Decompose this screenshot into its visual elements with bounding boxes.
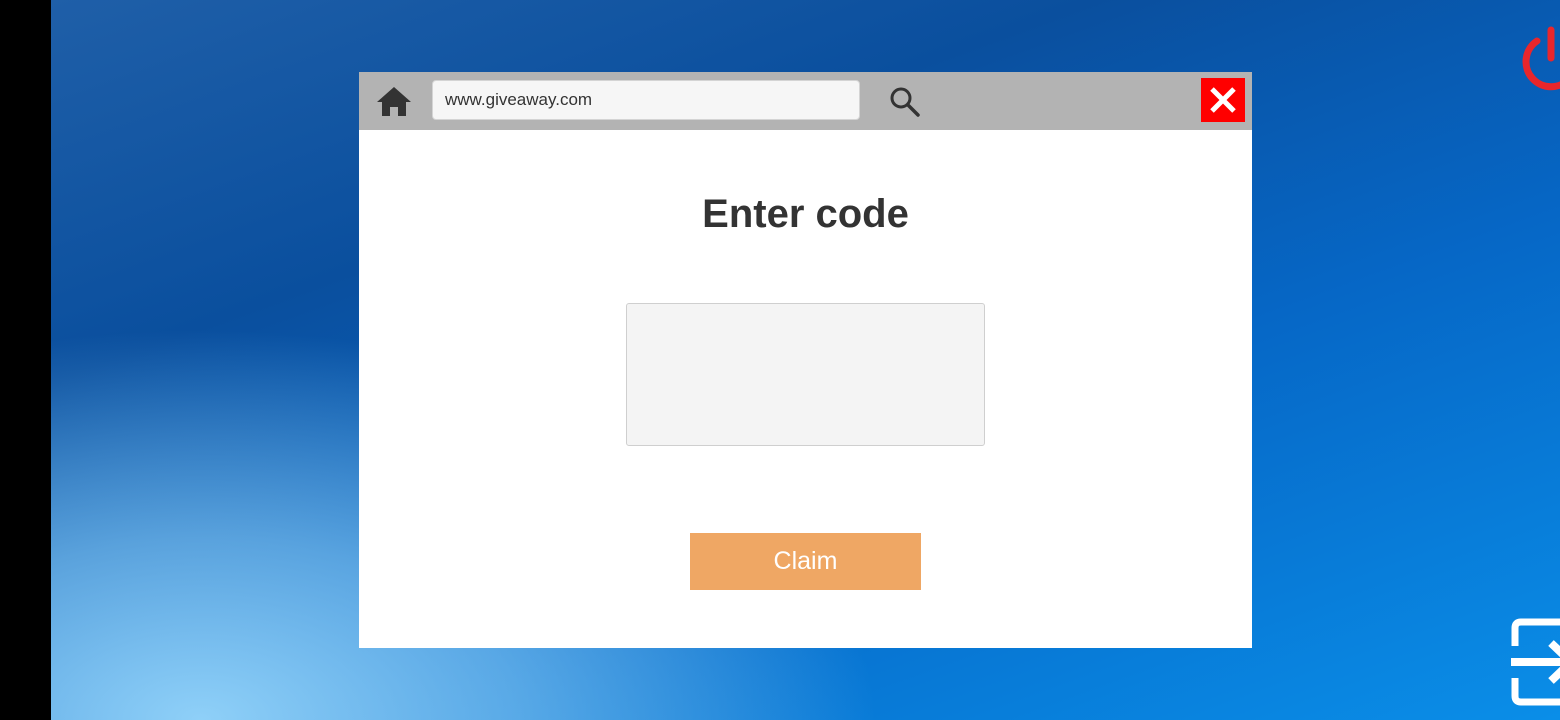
exit-icon xyxy=(1511,618,1560,706)
claim-button[interactable]: Claim xyxy=(690,533,921,590)
code-input[interactable] xyxy=(626,303,985,446)
browser-window: Enter code Claim xyxy=(359,72,1252,648)
power-icon xyxy=(1522,26,1560,91)
close-icon xyxy=(1210,87,1236,113)
power-button[interactable] xyxy=(1515,24,1560,96)
home-button[interactable] xyxy=(375,84,413,118)
page-title: Enter code xyxy=(702,192,909,236)
exit-button[interactable] xyxy=(1507,616,1560,708)
home-icon xyxy=(377,87,411,116)
screen: Enter code Claim xyxy=(0,0,1560,720)
search-button[interactable] xyxy=(887,84,923,120)
url-bar[interactable] xyxy=(432,80,860,120)
browser-toolbar xyxy=(359,72,1252,130)
close-button[interactable] xyxy=(1201,78,1245,122)
search-icon xyxy=(890,87,920,117)
